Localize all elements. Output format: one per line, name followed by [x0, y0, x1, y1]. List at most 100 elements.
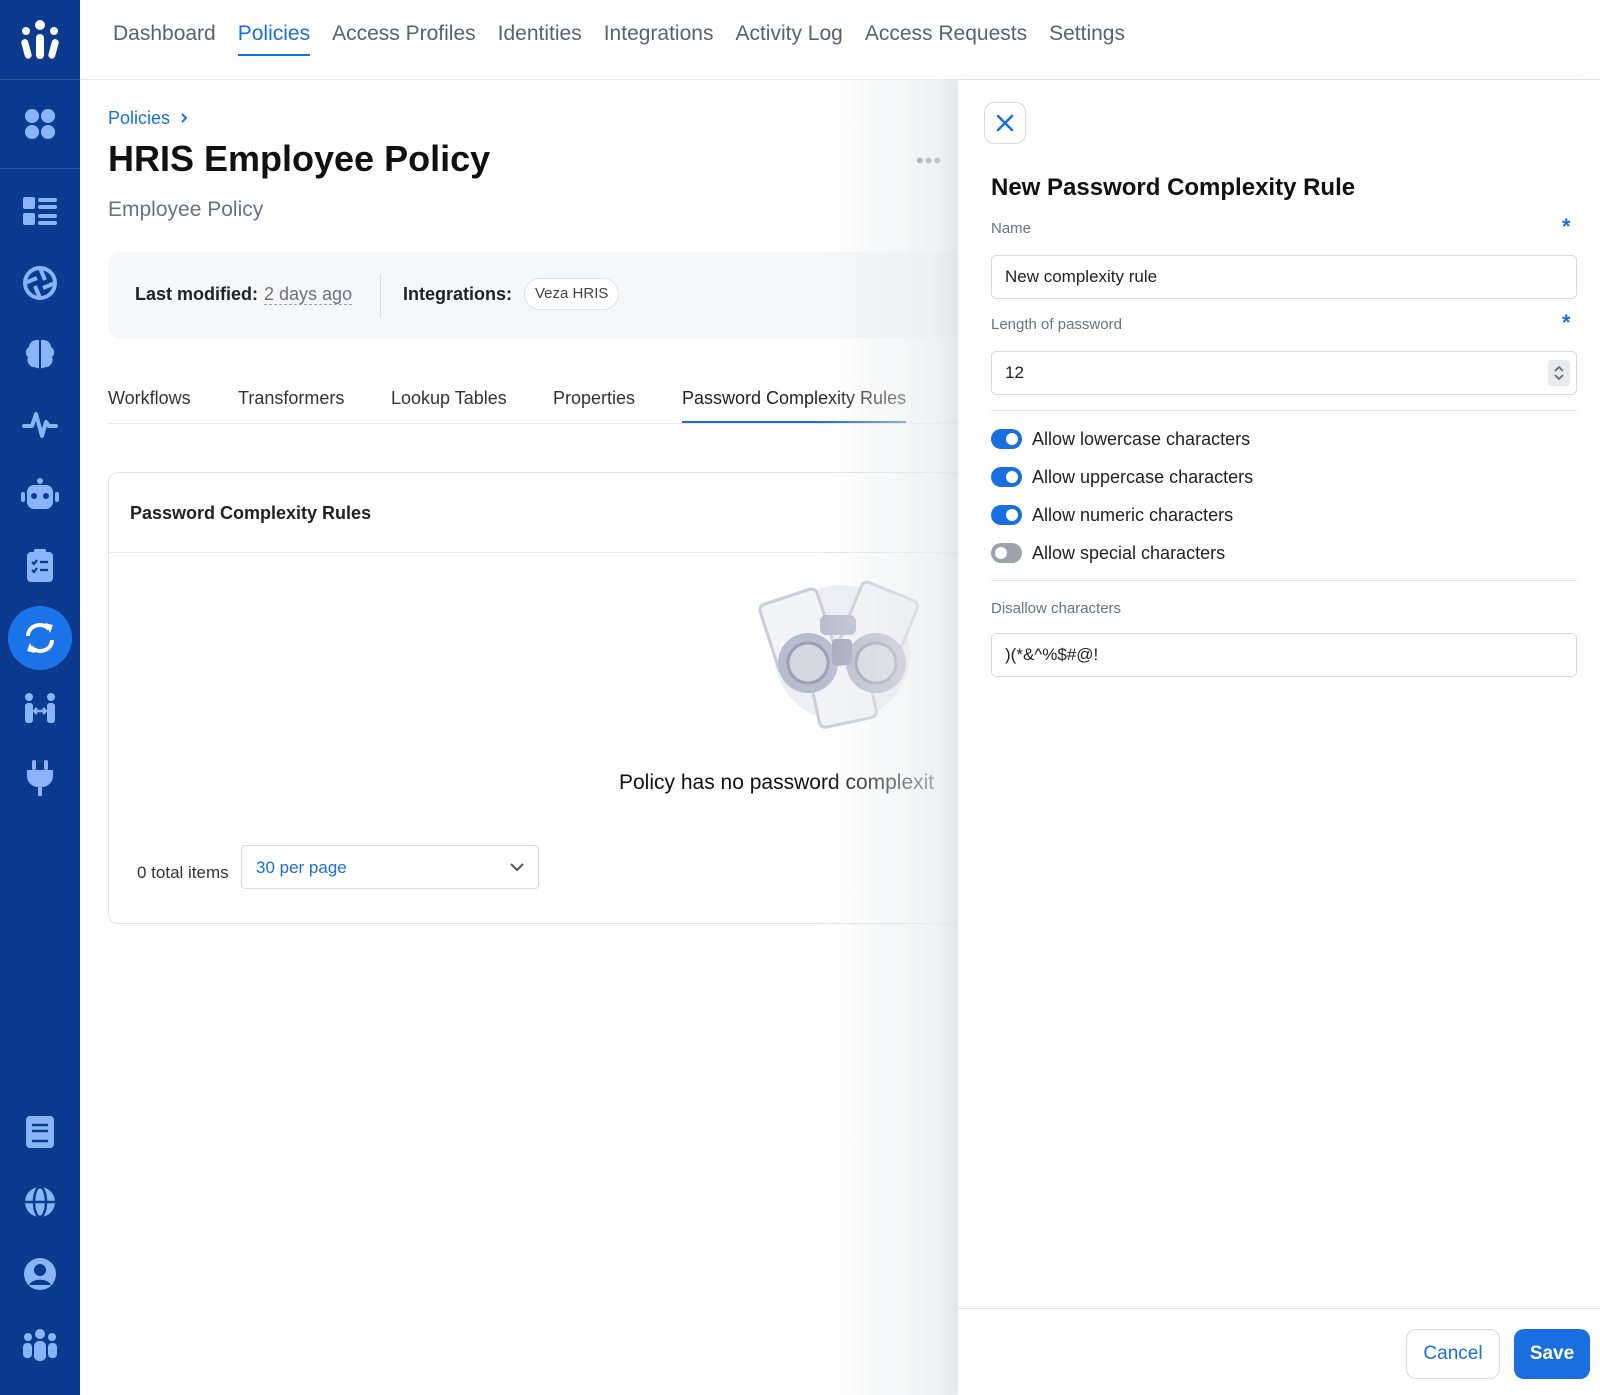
length-value: 12	[1005, 363, 1024, 382]
close-icon	[996, 114, 1014, 132]
activity-icon	[22, 412, 58, 438]
sidebar-item-brain[interactable]	[4, 322, 76, 386]
logo-icon	[21, 19, 59, 59]
name-required-mark: *	[1562, 214, 1571, 239]
disallow-input[interactable]: )(*&^%$#@!	[991, 633, 1577, 677]
page-title: HRIS Employee Policy	[108, 138, 491, 179]
nav-access-requests[interactable]: Access Requests	[865, 22, 1027, 56]
close-button[interactable]	[984, 102, 1026, 144]
stepper-arrows-icon	[1554, 365, 1564, 381]
length-label: Length of password	[991, 316, 1122, 333]
page-subtitle: Employee Policy	[108, 198, 264, 221]
panel-footer: Cancel Save	[958, 1308, 1600, 1395]
nav-integrations[interactable]: Integrations	[604, 22, 714, 56]
empty-state-text: Policy has no password complexit	[619, 771, 935, 794]
integration-chip[interactable]: Veza HRIS	[524, 278, 620, 310]
uppercase-label: Allow uppercase characters	[1032, 466, 1254, 487]
breadcrumb-policies[interactable]: Policies	[108, 108, 170, 128]
app-logo[interactable]	[0, 0, 80, 80]
length-stepper[interactable]	[1548, 360, 1570, 386]
rules-card-header: Password Complexity Rules	[109, 473, 960, 553]
book-icon	[26, 1116, 54, 1148]
tab-properties[interactable]: Properties	[553, 388, 635, 421]
name-label: Name	[991, 220, 1032, 237]
nav-policies[interactable]: Policies	[237, 22, 311, 56]
sidebar-divider	[0, 168, 80, 169]
policy-meta-card: Last modified: 2 days ago Integrations: V…	[108, 252, 960, 338]
name-input[interactable]: New complexity rule	[991, 255, 1577, 299]
breadcrumb[interactable]: Policies	[108, 108, 189, 129]
toggle-row-special[interactable]: Allow special characters	[991, 540, 1225, 566]
nav-activity-log[interactable]: Activity Log	[735, 22, 842, 56]
special-label: Allow special characters	[1032, 542, 1226, 563]
globe-icon	[25, 1185, 55, 1219]
sync-icon	[26, 622, 54, 654]
last-modified-label: Last modified:	[135, 284, 259, 304]
sidebar-item-globe[interactable]	[4, 1170, 76, 1234]
nav-dashboard[interactable]: Dashboard	[113, 22, 216, 56]
toggle-row-uppercase[interactable]: Allow uppercase characters	[991, 464, 1253, 490]
robot-icon	[21, 478, 59, 509]
sidebar-item-plug[interactable]	[4, 746, 76, 810]
length-input[interactable]: 12	[991, 351, 1577, 395]
sidebar-item-robot[interactable]	[4, 463, 76, 527]
per-page-value: 30 per page	[256, 858, 347, 877]
sidebar-item-team[interactable]	[4, 1312, 76, 1376]
disallow-label: Disallow characters	[991, 600, 1122, 617]
tab-password-complexity-rules[interactable]: Password Complexity Rules	[682, 388, 907, 423]
section-divider	[991, 580, 1577, 581]
tab-workflows[interactable]: Workflows	[108, 388, 191, 421]
numeric-label: Allow numeric characters	[1032, 504, 1234, 525]
toggle-row-lowercase[interactable]: Allow lowercase characters	[991, 426, 1250, 452]
new-rule-panel: New Password Complexity Rule Name * New …	[958, 80, 1600, 1395]
sidebar-item-clipboard[interactable]	[4, 534, 76, 598]
apps-icon	[25, 109, 55, 139]
meta-divider	[380, 274, 381, 318]
rules-card-title: Password Complexity Rules	[130, 503, 372, 523]
cancel-button[interactable]: Cancel	[1406, 1329, 1500, 1379]
chevron-down-icon	[510, 863, 524, 872]
policy-tabs: Workflows Transformers Lookup Tables Pro…	[108, 378, 960, 424]
sidebar-item-activity[interactable]	[4, 393, 76, 457]
toggle-row-numeric[interactable]: Allow numeric characters	[991, 502, 1233, 528]
aperture-icon	[23, 266, 57, 300]
team-access-icon	[25, 693, 55, 723]
more-options-button[interactable]: •••	[916, 148, 942, 174]
uppercase-toggle[interactable]	[991, 467, 1022, 487]
binoculars-illustration-icon	[758, 580, 919, 729]
sidebar-item-team-access[interactable]	[4, 676, 76, 740]
special-toggle[interactable]	[991, 543, 1022, 563]
length-required-mark: *	[1562, 310, 1571, 335]
plug-icon	[27, 760, 53, 796]
sidebar-item-profile[interactable]	[4, 1242, 76, 1306]
sidebar-item-book[interactable]	[4, 1100, 76, 1164]
top-navigation: Dashboard Policies Access Profiles Ident…	[80, 0, 1600, 80]
rules-card: Password Complexity Rules Policy has no …	[108, 472, 960, 924]
user-icon	[24, 1258, 56, 1290]
sidebar-item-dashboard[interactable]	[4, 180, 76, 244]
panel-title: New Password Complexity Rule	[991, 174, 1356, 201]
tab-lookup-tables[interactable]: Lookup Tables	[391, 388, 507, 421]
last-modified: Last modified: 2 days ago	[135, 284, 353, 305]
sidebar-item-apps[interactable]	[4, 92, 76, 156]
brain-icon	[25, 339, 55, 369]
clipboard-icon	[27, 549, 53, 582]
per-page-select[interactable]: 30 per page	[241, 845, 539, 889]
nav-settings[interactable]: Settings	[1049, 22, 1125, 56]
section-divider	[991, 410, 1577, 411]
total-items: 0 total items	[137, 863, 229, 882]
active-item-bubble	[8, 606, 72, 670]
chevron-right-icon	[181, 113, 188, 123]
main-content: Policies HRIS Employee Policy ••• Employ…	[80, 80, 960, 1395]
sidebar-item-sync[interactable]	[4, 606, 76, 670]
lowercase-label: Allow lowercase characters	[1032, 428, 1251, 449]
lowercase-toggle[interactable]	[991, 429, 1022, 449]
save-button[interactable]: Save	[1514, 1329, 1590, 1379]
tab-transformers[interactable]: Transformers	[238, 388, 344, 421]
numeric-toggle[interactable]	[991, 505, 1022, 525]
nav-access-profiles[interactable]: Access Profiles	[332, 22, 476, 56]
team-icon	[23, 1329, 57, 1361]
nav-identities[interactable]: Identities	[498, 22, 582, 56]
sidebar-item-aperture[interactable]	[4, 251, 76, 315]
last-modified-value: 2 days ago	[264, 284, 353, 305]
